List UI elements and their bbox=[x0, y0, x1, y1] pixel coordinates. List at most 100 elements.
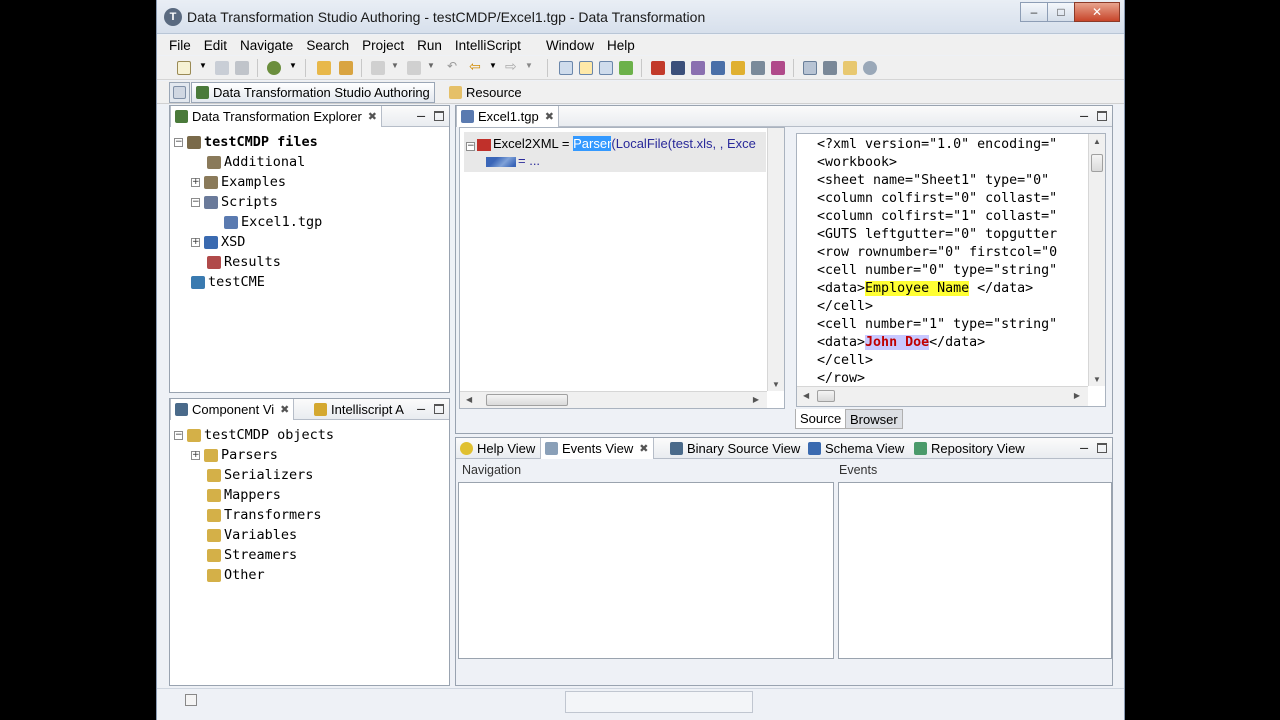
tree-item-examples[interactable]: + Examples bbox=[191, 172, 286, 192]
pencil-icon[interactable] bbox=[339, 61, 353, 75]
gear-icon[interactable] bbox=[863, 61, 877, 75]
tree-item-xsd[interactable]: + XSD bbox=[191, 232, 245, 252]
layout-icon[interactable] bbox=[559, 61, 573, 75]
maximize-button[interactable]: □ bbox=[1047, 2, 1075, 22]
expand-icon[interactable]: + bbox=[191, 237, 200, 247]
menu-intelliscript[interactable]: IntelliScript bbox=[455, 38, 521, 53]
collapse-icon[interactable]: − bbox=[466, 142, 475, 151]
script-line-1[interactable]: − Excel2XML = Parser(LocalFile(test.xls, … bbox=[466, 136, 756, 151]
next-annotation-icon[interactable] bbox=[371, 61, 385, 75]
maximize-view-icon[interactable] bbox=[434, 111, 444, 121]
tab-component-view[interactable]: Component Vi ✖ bbox=[170, 399, 295, 420]
tab-schema-view[interactable]: Schema View bbox=[804, 438, 908, 459]
edit-icon[interactable] bbox=[843, 61, 857, 75]
xml-source-view[interactable]: <?xml version="1.0" encoding=" <workbook… bbox=[796, 133, 1106, 407]
prev-annotation-icon[interactable] bbox=[407, 61, 421, 75]
back-arrow-icon[interactable]: ⇦ bbox=[469, 58, 483, 74]
menu-file[interactable]: File bbox=[169, 38, 191, 53]
tree-item-variables[interactable]: Variables bbox=[207, 525, 297, 545]
chevron-down-icon[interactable]: ▼ bbox=[289, 61, 297, 75]
editor-hscroll-thumb[interactable] bbox=[486, 394, 568, 406]
tree-item-parsers[interactable]: + Parsers bbox=[191, 445, 278, 465]
perspective-resource[interactable]: Resource bbox=[445, 82, 526, 103]
parser-arguments[interactable]: (LocalFile(test.xls, , Exce bbox=[611, 136, 756, 151]
xml-hscroll[interactable]: ◀ ▶ bbox=[797, 386, 1088, 406]
tab-repository-view[interactable]: Repository View bbox=[910, 438, 1029, 459]
script-component-name[interactable]: Excel2XML bbox=[493, 136, 558, 151]
maximize-view-icon[interactable] bbox=[434, 404, 444, 414]
tab-excel1-tgp[interactable]: Excel1.tgp ✖ bbox=[456, 106, 559, 127]
xml-vscroll[interactable]: ▲ ▼ bbox=[1088, 134, 1105, 386]
settings-icon[interactable] bbox=[823, 61, 837, 75]
tab-browser[interactable]: Browser bbox=[845, 409, 903, 429]
expand-icon[interactable]: + bbox=[191, 177, 200, 187]
close-button[interactable]: ✕ bbox=[1074, 2, 1120, 22]
transform-icon[interactable] bbox=[691, 61, 705, 75]
tab-intelliscript-assistant[interactable]: Intelliscript A bbox=[310, 399, 408, 420]
map-icon[interactable] bbox=[671, 61, 685, 75]
maximize-view-icon[interactable] bbox=[1097, 443, 1107, 453]
new-file-icon[interactable] bbox=[177, 61, 191, 75]
view-toggle-icon[interactable] bbox=[803, 61, 817, 75]
editor-vscroll[interactable]: ▼ bbox=[767, 128, 784, 391]
menu-window[interactable]: Window bbox=[546, 38, 594, 53]
collapse-icon[interactable]: − bbox=[174, 137, 183, 147]
minimize-view-icon[interactable]: ⚊ bbox=[415, 109, 427, 121]
tree-item-excel1[interactable]: Excel1.tgp bbox=[224, 212, 322, 232]
print-icon[interactable] bbox=[235, 61, 249, 75]
tree-item-transformers[interactable]: Transformers bbox=[207, 505, 322, 525]
chevron-down-icon[interactable]: ▼ bbox=[525, 61, 533, 75]
layout-columns-icon[interactable] bbox=[599, 61, 613, 75]
mark-icon[interactable] bbox=[651, 61, 665, 75]
chevron-down-icon[interactable]: ▼ bbox=[489, 61, 497, 75]
tab-source[interactable]: Source bbox=[795, 409, 847, 429]
navigation-list[interactable] bbox=[458, 482, 834, 659]
tree-item-project[interactable]: − testCMDP files bbox=[174, 132, 318, 152]
menu-navigate[interactable]: Navigate bbox=[240, 38, 293, 53]
collapse-icon[interactable]: − bbox=[174, 430, 183, 440]
minimize-view-icon[interactable]: ⚊ bbox=[1078, 109, 1090, 121]
menu-search[interactable]: Search bbox=[306, 38, 349, 53]
highlight-icon[interactable] bbox=[731, 61, 745, 75]
close-icon[interactable]: ✖ bbox=[280, 403, 289, 416]
chevron-down-icon[interactable]: ▼ bbox=[391, 61, 399, 75]
menu-project[interactable]: Project bbox=[362, 38, 404, 53]
format-icon[interactable] bbox=[771, 61, 785, 75]
forward-arrow-icon[interactable]: ⇨ bbox=[505, 58, 519, 74]
minimize-button[interactable]: – bbox=[1020, 2, 1048, 22]
menu-run[interactable]: Run bbox=[417, 38, 442, 53]
tree-item-results[interactable]: Results bbox=[207, 252, 281, 272]
employee-name-value[interactable]: Employee Name bbox=[865, 281, 970, 296]
tab-binary-source-view[interactable]: Binary Source View bbox=[666, 438, 804, 459]
parser-keyword[interactable]: Parser bbox=[573, 136, 612, 151]
menu-help[interactable]: Help bbox=[607, 38, 635, 53]
perspective-dt-authoring[interactable]: Data Transformation Studio Authoring bbox=[191, 82, 435, 103]
tab-events-view[interactable]: Events View ✖ bbox=[540, 438, 654, 459]
collapse-icon[interactable]: − bbox=[191, 197, 200, 207]
close-icon[interactable]: ✖ bbox=[368, 110, 377, 123]
tree-item-mappers[interactable]: Mappers bbox=[207, 485, 281, 505]
john-doe-value[interactable]: John Doe bbox=[865, 335, 930, 350]
script-line-2[interactable]: = ... bbox=[486, 153, 540, 168]
menu-edit[interactable]: Edit bbox=[204, 38, 227, 53]
last-edit-icon[interactable]: ↶ bbox=[447, 59, 461, 73]
tree-item-scripts[interactable]: − Scripts bbox=[191, 192, 278, 212]
maximize-view-icon[interactable] bbox=[1097, 111, 1107, 121]
tab-dt-explorer[interactable]: Data Transformation Explorer ✖ bbox=[170, 106, 383, 127]
tree-item-additional[interactable]: Additional bbox=[207, 152, 305, 172]
tree-item-serializers[interactable]: Serializers bbox=[207, 465, 313, 485]
save-icon[interactable] bbox=[215, 61, 229, 75]
search-icon[interactable] bbox=[267, 61, 281, 75]
chevron-down-icon[interactable]: ▼ bbox=[199, 61, 207, 75]
intelliscript-editor[interactable]: − Excel2XML = Parser(LocalFile(test.xls, … bbox=[459, 127, 785, 409]
chevron-down-icon[interactable]: ▼ bbox=[427, 61, 435, 75]
tree-item-objects[interactable]: − testCMDP objects bbox=[174, 425, 334, 445]
tree-item-streamers[interactable]: Streamers bbox=[207, 545, 297, 565]
xml-hscroll-thumb[interactable] bbox=[817, 390, 835, 402]
variable-icon[interactable] bbox=[711, 61, 725, 75]
editor-hscroll[interactable]: ◀ ▶ bbox=[460, 391, 767, 408]
close-icon[interactable]: ✖ bbox=[639, 442, 648, 455]
open-perspective-button[interactable] bbox=[169, 82, 190, 103]
layout-split-icon[interactable] bbox=[579, 61, 593, 75]
tab-help-view[interactable]: Help View bbox=[456, 438, 539, 459]
